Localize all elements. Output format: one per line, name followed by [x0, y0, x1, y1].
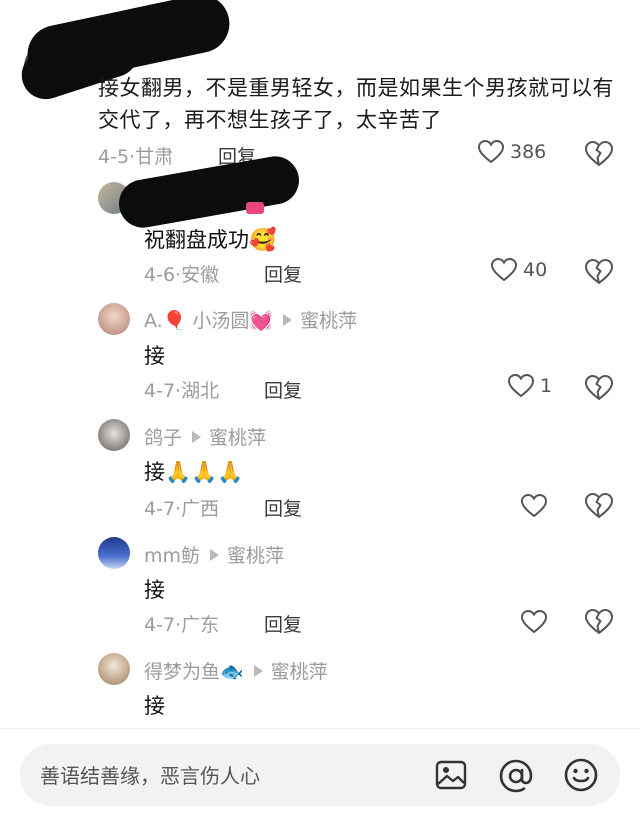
reply-arrow-icon	[283, 313, 293, 326]
reply-3-header: 鸽子 蜜桃萍	[144, 423, 266, 450]
reply-2-author[interactable]: A.🎈 小汤圆💓	[144, 306, 273, 333]
heart-outline-icon[interactable]	[521, 494, 547, 518]
main-comment-text: 接女翻男，不是重男轻女，而是如果生个男孩就可以有交代了，再不想生孩子了，太辛苦了	[98, 76, 614, 132]
reply-5-author[interactable]: 得梦为鱼🐟	[144, 657, 244, 684]
reply-arrow-icon	[210, 548, 220, 561]
reply-1-reply-button[interactable]: 回复	[264, 260, 302, 287]
broken-heart-icon[interactable]	[585, 609, 613, 635]
broken-heart-icon[interactable]	[585, 493, 613, 519]
broken-heart-icon[interactable]	[585, 141, 613, 167]
smiley-icon[interactable]	[564, 758, 598, 792]
main-comment-date: 4-5·甘肃	[98, 146, 174, 168]
reply-1-like-button[interactable]: 40	[491, 258, 547, 282]
reply-5-avatar[interactable]	[98, 653, 130, 685]
reply-3-avatar[interactable]	[98, 419, 130, 451]
broken-heart-icon[interactable]	[585, 375, 613, 401]
reply-2-like-button[interactable]: 1	[508, 374, 552, 398]
reply-4-author[interactable]: mm鲂	[144, 541, 200, 568]
hugging-emoji: 🥰	[249, 228, 277, 253]
reply-5-text: 接	[144, 694, 165, 718]
image-icon[interactable]	[435, 759, 467, 791]
reply-3-author[interactable]: 鸽子	[144, 423, 182, 450]
reply-4-target[interactable]: 蜜桃萍	[227, 541, 284, 568]
reply-5-header: 得梦为鱼🐟 蜜桃萍	[144, 657, 328, 684]
reply-4-reply-button[interactable]: 回复	[264, 610, 302, 637]
main-comment-like-button[interactable]: 386	[478, 140, 546, 164]
heart-outline-icon[interactable]	[521, 610, 547, 634]
reply-2-like-count: 1	[540, 375, 553, 397]
reply-4-text: 接	[144, 578, 165, 602]
reply-2-reply-button[interactable]: 回复	[264, 376, 302, 403]
at-icon[interactable]	[499, 759, 533, 793]
broken-heart-icon[interactable]	[585, 259, 613, 285]
reply-5-target[interactable]: 蜜桃萍	[271, 657, 328, 684]
reply-4-avatar[interactable]	[98, 537, 130, 569]
reply-4-header: mm鲂 蜜桃萍	[144, 541, 284, 568]
redacted-reply-badge	[246, 202, 264, 214]
reply-2-avatar[interactable]	[98, 303, 130, 335]
reply-1-like-count: 40	[523, 259, 548, 281]
reply-1-text: 祝翻盘成功🥰	[144, 228, 277, 253]
reply-3-date: 4-7·广西	[144, 498, 220, 520]
heart-outline-icon	[478, 140, 504, 164]
reply-2-text: 接	[144, 344, 165, 368]
reply-2-target[interactable]: 蜜桃萍	[300, 306, 357, 333]
reply-2-header: A.🎈 小汤圆💓 蜜桃萍	[144, 306, 357, 333]
reply-2-date: 4-7·湖北	[144, 380, 220, 402]
reply-3-target[interactable]: 蜜桃萍	[209, 423, 266, 450]
reply-1-date: 4-6·安徽	[144, 264, 220, 286]
reply-3-text: 接🙏🙏🙏	[144, 460, 244, 484]
heart-outline-icon	[508, 374, 534, 398]
heart-outline-icon	[491, 258, 517, 282]
reply-3-reply-button[interactable]: 回复	[264, 494, 302, 521]
reply-4-date: 4-7·广东	[144, 614, 220, 636]
main-comment-like-count: 386	[510, 141, 547, 163]
reply-arrow-icon	[192, 430, 202, 443]
comment-input-placeholder: 善语结善缘，恶言伤人心	[40, 764, 260, 788]
reply-arrow-icon	[253, 664, 263, 677]
